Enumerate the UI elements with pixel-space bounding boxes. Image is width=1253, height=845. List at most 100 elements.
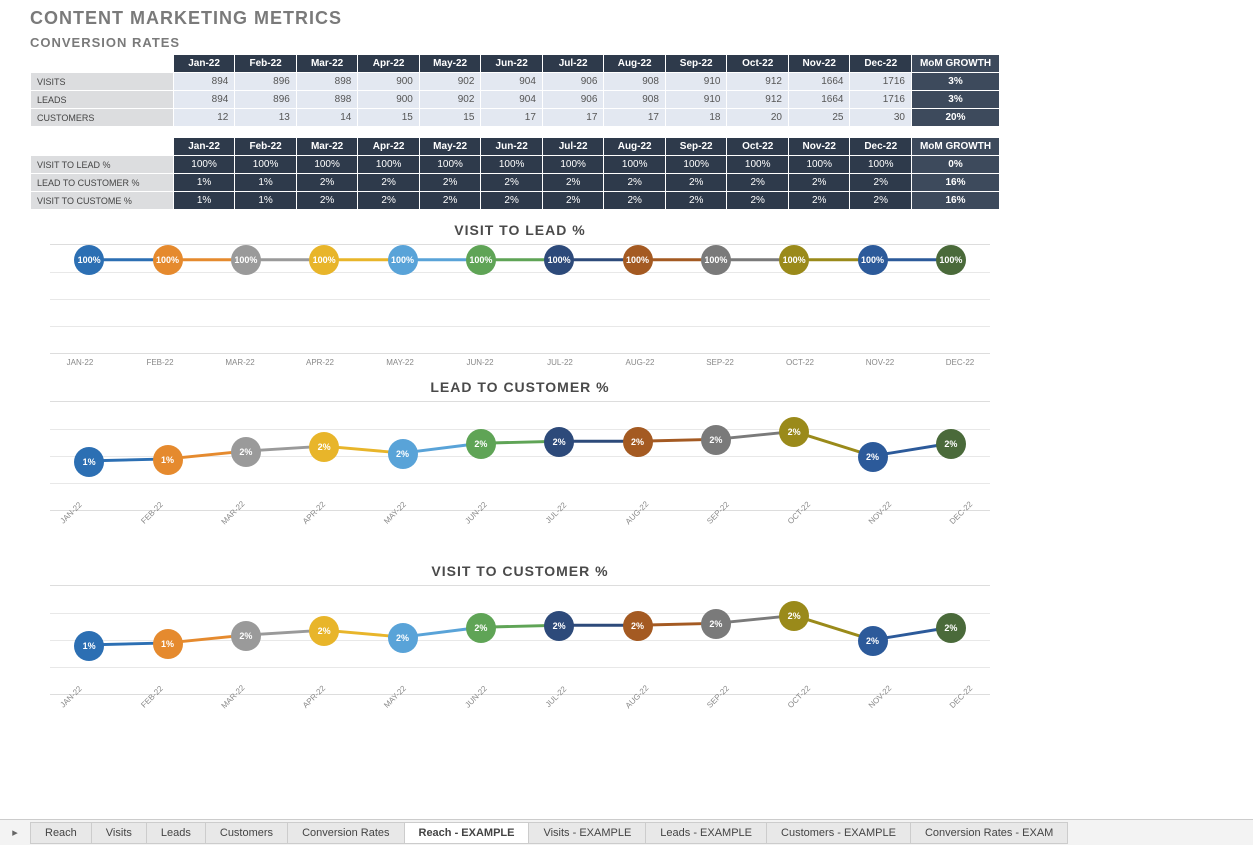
chart-plot: 100%100%100%100%100%100%100%100%100%100%…: [50, 244, 990, 354]
col-header: Jun-22: [481, 55, 543, 73]
x-tick: JUL-22: [530, 358, 590, 367]
tab-nav-prev[interactable]: ▸: [0, 826, 30, 839]
data-point: 100%: [858, 245, 888, 275]
data-point: 100%: [544, 245, 574, 275]
data-point: 2%: [466, 429, 496, 459]
col-header: Feb-22: [235, 138, 297, 156]
page-subtitle: CONVERSION RATES: [30, 35, 1223, 50]
data-point: 1%: [153, 445, 183, 475]
data-point: 1%: [153, 629, 183, 659]
col-header: Mar-22: [296, 55, 358, 73]
data-cell: 15: [419, 109, 481, 127]
sheet-tab[interactable]: Reach - EXAMPLE: [404, 822, 530, 844]
data-cell: 1664: [788, 73, 850, 91]
col-header: Apr-22: [358, 55, 420, 73]
x-tick: OCT-22: [770, 358, 830, 367]
x-tick: APR-22: [290, 358, 350, 367]
data-point: 100%: [388, 245, 418, 275]
sheet-tab[interactable]: Customers - EXAMPLE: [766, 822, 911, 844]
col-header: May-22: [419, 138, 481, 156]
data-cell: 15: [358, 109, 420, 127]
data-point: 100%: [936, 245, 966, 275]
data-cell: 17: [542, 109, 604, 127]
col-header: Oct-22: [727, 55, 789, 73]
data-point: 2%: [231, 621, 261, 651]
sheet-tab[interactable]: Leads - EXAMPLE: [645, 822, 767, 844]
data-cell: 2%: [788, 174, 850, 192]
growth-cell: 16%: [912, 174, 1000, 192]
data-point: 100%: [466, 245, 496, 275]
data-point: 2%: [623, 611, 653, 641]
data-cell: 2%: [727, 192, 789, 210]
data-point: 100%: [779, 245, 809, 275]
col-header: Aug-22: [604, 138, 666, 156]
col-header: Nov-22: [788, 55, 850, 73]
data-cell: 14: [296, 109, 358, 127]
sheet-tab[interactable]: Conversion Rates - EXAM: [910, 822, 1068, 844]
col-header: Feb-22: [235, 55, 297, 73]
table-pct: Jan-22Feb-22Mar-22Apr-22May-22Jun-22Jul-…: [30, 137, 1000, 210]
data-cell: 2%: [665, 174, 727, 192]
data-point: 100%: [153, 245, 183, 275]
data-cell: 2%: [542, 192, 604, 210]
col-header: Dec-22: [850, 55, 912, 73]
data-cell: 2%: [604, 174, 666, 192]
data-cell: 2%: [788, 192, 850, 210]
data-cell: 30: [850, 109, 912, 127]
row-label: VISIT TO LEAD %: [31, 156, 174, 174]
col-header: Jul-22: [542, 55, 604, 73]
col-header: Sep-22: [665, 138, 727, 156]
data-cell: 2%: [358, 174, 420, 192]
data-cell: 2%: [358, 192, 420, 210]
data-cell: 100%: [235, 156, 297, 174]
data-cell: 100%: [173, 156, 235, 174]
data-cell: 896: [235, 73, 297, 91]
data-cell: 912: [727, 91, 789, 109]
x-tick: DEC-22: [930, 358, 990, 367]
data-cell: 13: [235, 109, 297, 127]
data-cell: 1%: [173, 192, 235, 210]
data-cell: 100%: [727, 156, 789, 174]
data-cell: 910: [665, 73, 727, 91]
data-cell: 898: [296, 91, 358, 109]
data-cell: 2%: [481, 174, 543, 192]
data-cell: 906: [542, 91, 604, 109]
data-point: 1%: [74, 447, 104, 477]
col-header: Oct-22: [727, 138, 789, 156]
data-point: 100%: [309, 245, 339, 275]
row-label: LEADS: [31, 91, 174, 109]
x-axis: JAN-22FEB-22MAR-22APR-22MAY-22JUN-22JUL-…: [50, 513, 990, 551]
table-raw: Jan-22Feb-22Mar-22Apr-22May-22Jun-22Jul-…: [30, 54, 1000, 127]
data-cell: 908: [604, 91, 666, 109]
x-tick: MAR-22: [210, 358, 270, 367]
sheet-tab[interactable]: Visits: [91, 822, 147, 844]
data-cell: 100%: [542, 156, 604, 174]
data-point: 2%: [466, 613, 496, 643]
col-header: Jan-22: [173, 138, 235, 156]
data-point: 2%: [309, 432, 339, 462]
data-point: 2%: [388, 623, 418, 653]
x-tick: AUG-22: [610, 358, 670, 367]
sheet-tab[interactable]: Visits - EXAMPLE: [528, 822, 646, 844]
data-cell: 1%: [173, 174, 235, 192]
row-label: LEAD TO CUSTOMER %: [31, 174, 174, 192]
growth-cell: 16%: [912, 192, 1000, 210]
x-tick: NOV-22: [850, 358, 910, 367]
sheet-tab[interactable]: Reach: [30, 822, 92, 844]
data-cell: 100%: [604, 156, 666, 174]
x-tick: JUN-22: [450, 358, 510, 367]
sheet-tab[interactable]: Customers: [205, 822, 288, 844]
sheet-tab[interactable]: Conversion Rates: [287, 822, 404, 844]
data-cell: 2%: [419, 174, 481, 192]
x-axis: JAN-22FEB-22MAR-22APR-22MAY-22JUN-22JUL-…: [50, 697, 990, 735]
x-axis: JAN-22FEB-22MAR-22APR-22MAY-22JUN-22JUL-…: [50, 356, 990, 367]
data-cell: 2%: [604, 192, 666, 210]
growth-cell: 20%: [912, 109, 1000, 127]
col-header: Apr-22: [358, 138, 420, 156]
sheet-tab[interactable]: Leads: [146, 822, 206, 844]
data-point: 2%: [231, 437, 261, 467]
data-cell: 1716: [850, 73, 912, 91]
page-title: CONTENT MARKETING METRICS: [30, 8, 1223, 29]
col-header: May-22: [419, 55, 481, 73]
data-point: 100%: [623, 245, 653, 275]
